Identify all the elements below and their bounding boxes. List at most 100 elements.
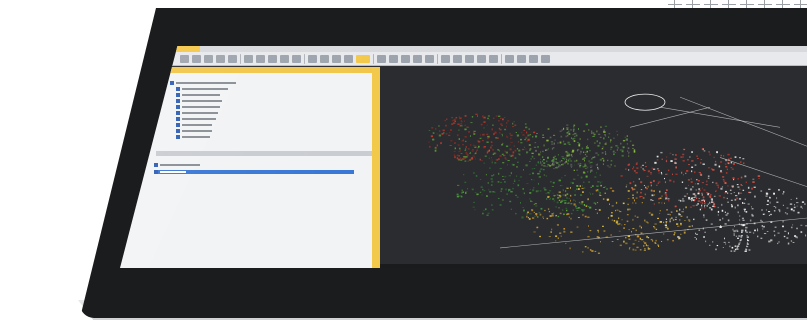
toolbar-button[interactable] — [292, 54, 301, 63]
toolbar-button[interactable] — [425, 54, 434, 63]
tree-item[interactable] — [170, 110, 236, 115]
point-cloud-point — [598, 209, 601, 212]
toolbar-button[interactable] — [529, 54, 538, 63]
point-cloud-point — [586, 155, 588, 157]
point-cloud-point — [625, 242, 628, 245]
point-cloud-point — [680, 233, 682, 235]
tree-item[interactable] — [170, 104, 236, 109]
point-cloud-point — [482, 147, 486, 149]
point-cloud-point — [570, 154, 573, 156]
point-cloud-point — [537, 146, 539, 148]
toolbar-button[interactable] — [453, 54, 462, 63]
point-cloud-point — [709, 207, 712, 209]
toolbar-button[interactable] — [256, 54, 265, 63]
wireframe-line — [659, 106, 781, 128]
property-row[interactable] — [154, 163, 354, 167]
point-cloud-point — [703, 197, 705, 199]
toolbar-button[interactable] — [541, 54, 550, 63]
point-cloud-point — [657, 217, 659, 220]
toolbar-button[interactable] — [477, 54, 486, 63]
point-cloud-point — [704, 231, 706, 233]
toolbar-button[interactable] — [192, 54, 201, 63]
point-cloud-viewport[interactable] — [380, 67, 807, 268]
panel-splitter[interactable] — [372, 67, 380, 268]
point-cloud-point — [632, 188, 634, 191]
toolbar-button[interactable] — [517, 54, 526, 63]
point-cloud-point — [632, 218, 634, 221]
point-cloud-point — [547, 148, 550, 150]
tree-item[interactable] — [170, 116, 236, 121]
point-cloud-point — [518, 149, 521, 152]
toolbar-button[interactable] — [389, 54, 398, 63]
point-cloud-point — [566, 152, 569, 154]
point-cloud-point — [629, 208, 631, 211]
point-cloud-point — [669, 214, 671, 216]
point-cloud-point — [523, 129, 526, 131]
point-cloud-point — [471, 188, 474, 190]
point-cloud-point — [679, 219, 681, 221]
point-cloud-point — [664, 202, 665, 204]
point-cloud-point — [564, 200, 567, 202]
point-cloud-point — [603, 230, 606, 232]
point-cloud-point — [611, 241, 614, 242]
point-cloud-point — [591, 185, 594, 187]
point-cloud-point — [465, 151, 468, 154]
point-cloud-point — [787, 242, 790, 245]
point-cloud-point — [502, 199, 504, 201]
tree-item[interactable] — [170, 80, 236, 85]
point-cloud-point — [578, 128, 579, 131]
point-cloud-point — [682, 200, 685, 202]
point-cloud-point — [625, 236, 627, 239]
toolbar-button[interactable] — [401, 54, 410, 63]
tree-item[interactable] — [170, 86, 236, 91]
point-cloud-point — [702, 199, 704, 201]
point-cloud-point — [463, 174, 465, 176]
point-cloud-point — [529, 149, 531, 152]
tree-item[interactable] — [170, 98, 236, 103]
point-cloud-point — [734, 206, 736, 209]
toolbar-button[interactable] — [216, 54, 225, 63]
point-cloud-point — [627, 147, 630, 150]
toolbar-button[interactable] — [505, 54, 514, 63]
point-cloud-point — [666, 239, 669, 241]
point-cloud-point — [563, 158, 565, 160]
point-cloud-point — [562, 209, 564, 211]
point-cloud-point — [614, 165, 616, 167]
toolbar-button[interactable] — [413, 54, 422, 63]
toolbar-button[interactable] — [244, 54, 253, 63]
tree-item[interactable] — [170, 134, 236, 139]
toolbar-button[interactable] — [377, 54, 386, 63]
point-cloud-point — [626, 143, 628, 145]
point-cloud-point — [566, 154, 569, 157]
toolbar-button[interactable] — [204, 54, 213, 63]
toolbar-button[interactable] — [180, 54, 189, 63]
point-cloud-point — [561, 156, 564, 158]
point-cloud-point — [689, 188, 693, 191]
toolbar-button[interactable] — [320, 54, 329, 63]
tree-item[interactable] — [170, 122, 236, 127]
point-cloud-point — [622, 139, 626, 142]
point-cloud-point — [607, 217, 609, 219]
point-cloud-point — [658, 245, 660, 247]
point-cloud-point — [602, 225, 604, 227]
toolbar-button[interactable] — [465, 54, 474, 63]
toolbar-button[interactable] — [441, 54, 450, 63]
toolbar-button[interactable] — [356, 54, 370, 63]
point-cloud-point — [615, 145, 618, 147]
point-cloud-point — [636, 235, 640, 238]
point-cloud-point — [584, 246, 587, 248]
toolbar-button[interactable] — [228, 54, 237, 63]
tree-item[interactable] — [170, 92, 236, 97]
point-cloud-point — [566, 128, 569, 130]
selected-property-row[interactable] — [154, 170, 354, 174]
tree-item[interactable] — [170, 128, 236, 133]
point-cloud-point — [752, 232, 755, 234]
toolbar-button[interactable] — [332, 54, 341, 63]
point-cloud-point — [560, 235, 562, 237]
toolbar-button[interactable] — [344, 54, 353, 63]
toolbar-button[interactable] — [308, 54, 317, 63]
point-cloud-point — [739, 192, 742, 195]
toolbar-button[interactable] — [268, 54, 277, 63]
toolbar-button[interactable] — [280, 54, 289, 63]
toolbar-button[interactable] — [489, 54, 498, 63]
